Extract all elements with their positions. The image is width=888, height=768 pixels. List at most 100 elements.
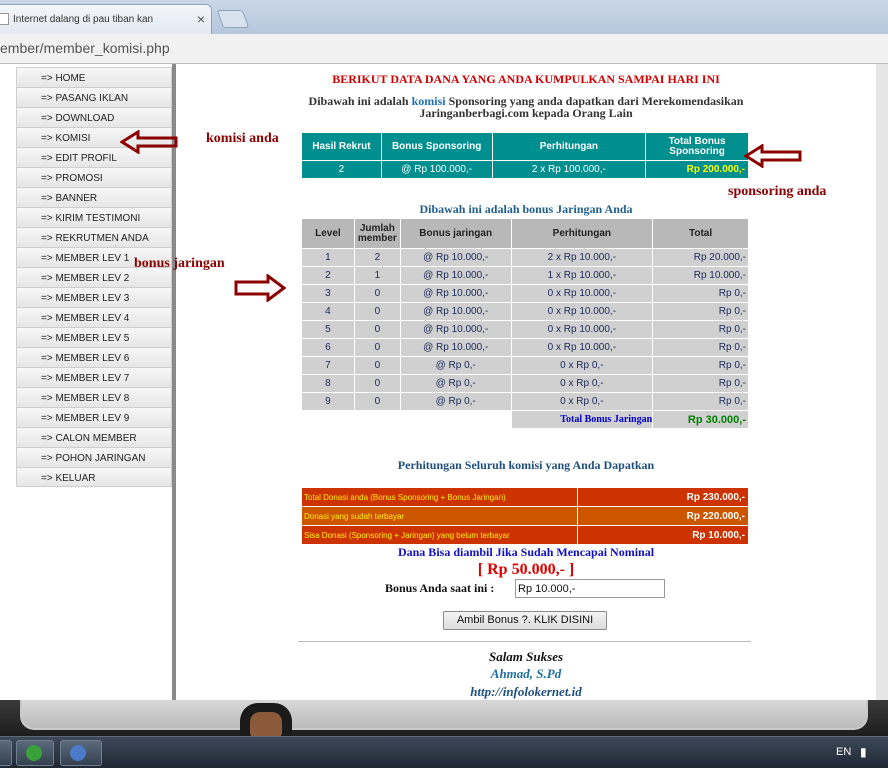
table-cell: 2 [301, 266, 355, 285]
table-cell: 0 x Rp 0,- [510, 374, 654, 393]
table-cell: 5 [301, 320, 355, 339]
summary-label: Sisa Donasi (Sponsoring + Jaringan) yang… [300, 525, 579, 545]
table-cell: 1 [353, 266, 401, 285]
table-cell: 0 [353, 284, 401, 303]
sidebar-item[interactable]: => KIRIM TESTIMONI [16, 207, 172, 227]
total-jaringan-label: Total Bonus Jaringan [510, 410, 654, 429]
sidebar-item[interactable]: => PROMOSI [16, 167, 172, 187]
summary-label: Donasi yang sudah terbayar [300, 506, 579, 526]
annotation-jaringan: bonus jaringan [134, 256, 225, 271]
table-cell: @ Rp 10.000,- [399, 266, 512, 285]
start-button[interactable] [0, 740, 12, 766]
ambil-bonus-button[interactable]: Ambil Bonus ?. KLIK DISINI [443, 611, 607, 630]
taskbar-app-button[interactable] [60, 740, 102, 766]
url-text[interactable]: ember/member_komisi.php [0, 40, 170, 56]
table-cell: 1 [301, 248, 355, 267]
total-jaringan-value: Rp 30.000,- [652, 410, 749, 429]
table-cell: Rp 0,- [652, 338, 749, 357]
table-cell: 0 [353, 374, 401, 393]
page-heading: BERIKUT DATA DANA YANG ANDA KUMPULKAN SA… [332, 72, 720, 86]
header-perhitungan: Perhitungan [510, 218, 654, 249]
table-cell: @ Rp 10.000,- [399, 248, 512, 267]
table-cell: 0 [353, 338, 401, 357]
sidebar-item[interactable]: => MEMBER LEV 5 [16, 327, 172, 347]
sidebar-item[interactable]: => HOME [16, 67, 172, 87]
summary-label: Total Donasi anda (Bonus Sponsoring + Bo… [300, 487, 579, 507]
table-cell: 0 [353, 356, 401, 375]
tray-icon[interactable]: ▮ [860, 745, 867, 759]
jaringan-table: Level Jumlah member Bonus jaringan Perhi… [301, 218, 749, 429]
table-cell: Rp 0,- [652, 374, 749, 393]
divider [298, 641, 751, 642]
table-cell: 9 [301, 392, 355, 411]
table-cell: 0 x Rp 0,- [510, 356, 654, 375]
bonus-field[interactable] [515, 579, 665, 598]
summary-value: Rp 230.000,- [577, 487, 749, 507]
sidebar-item[interactable]: => MEMBER LEV 8 [16, 387, 172, 407]
table-cell: 1 x Rp 10.000,- [510, 266, 654, 285]
table-cell: @ Rp 10.000,- [399, 302, 512, 321]
sidebar-item[interactable]: => MEMBER LEV 4 [16, 307, 172, 327]
window-frame [20, 700, 868, 730]
table-cell: 8 [301, 374, 355, 393]
arrow-right-icon [234, 274, 286, 302]
table-cell: @ Rp 0,- [399, 374, 512, 393]
taskbar-app-button[interactable] [16, 740, 54, 766]
scrollbar[interactable] [876, 64, 888, 700]
table-cell: Rp 10.000,- [652, 266, 749, 285]
summary-table: Total Donasi anda (Bonus Sponsoring + Bo… [300, 487, 749, 545]
website-link[interactable]: http://infolokernet.id [176, 684, 876, 700]
table-row: 5 0 @ Rp 10.000,- 0 x Rp 10.000,- Rp 0,- [301, 320, 749, 339]
table-cell: 2 [353, 248, 401, 267]
table-cell: 0 [353, 302, 401, 321]
closing-greeting: Salam Sukses [488, 649, 564, 664]
browser-tab[interactable]: Internet dalang di pau tiban kan × [0, 4, 212, 34]
page-icon [0, 13, 9, 25]
table-cell: 0 x Rp 10.000,- [510, 302, 654, 321]
sidebar-item[interactable]: => POHON JARINGAN [16, 447, 172, 467]
annotation-sponsoring: sponsoring anda [728, 184, 827, 199]
sidebar-item[interactable]: => BANNER [16, 187, 172, 207]
jaringan-title: Dibawah ini adalah bonus Jaringan Anda [419, 202, 633, 216]
table-row: Total Donasi anda (Bonus Sponsoring + Bo… [300, 487, 749, 507]
summary-value: Rp 220.000,- [577, 506, 749, 526]
table-row: 9 0 @ Rp 0,- 0 x Rp 0,- Rp 0,- [301, 392, 749, 411]
table-cell: Rp 20.000,- [652, 248, 749, 267]
table-cell: Rp 0,- [652, 284, 749, 303]
sidebar-item[interactable]: => DOWNLOAD [16, 107, 172, 127]
total-sponsor-cell: Rp 200.000,- [645, 160, 749, 179]
cell: 2 [301, 160, 382, 179]
close-tab-icon[interactable]: × [197, 11, 205, 27]
sidebar-item[interactable]: => MEMBER LEV 3 [16, 287, 172, 307]
table-row: Donasi yang sudah terbayar Rp 220.000,- [300, 506, 749, 526]
table-row: 2 @ Rp 100.000,- 2 x Rp 100.000,- Rp 200… [301, 160, 749, 179]
table-row: Sisa Donasi (Sponsoring + Jaringan) yang… [300, 525, 749, 545]
sidebar-item[interactable]: => PASANG IKLAN [16, 87, 172, 107]
sidebar-item[interactable]: => MEMBER LEV 9 [16, 407, 172, 427]
cell: 2 x Rp 100.000,- [491, 160, 647, 179]
table-cell: 2 x Rp 10.000,- [510, 248, 654, 267]
sponsor-table: Hasil Rekrut Bonus Sponsoring Perhitunga… [301, 132, 749, 179]
dana-info-text: Dana Bisa diambil Jika Sudah Mencapai No… [397, 545, 655, 559]
header-total: Total [652, 218, 749, 249]
app-icon [26, 745, 42, 761]
sidebar-item[interactable]: => MEMBER LEV 7 [16, 367, 172, 387]
address-bar[interactable]: ember/member_komisi.php [0, 34, 888, 64]
tab-title: Internet dalang di pau tiban kan [13, 14, 154, 25]
new-tab-button[interactable] [216, 10, 250, 28]
annotation-komisi: komisi anda [206, 131, 279, 146]
header-bonus-jaringan: Bonus jaringan [399, 218, 512, 249]
minimum-nominal: [ Rp 50.000,- ] [477, 561, 575, 578]
perhitungan-title: Perhitungan Seluruh komisi yang Anda Dap… [397, 458, 655, 472]
sidebar-item[interactable]: => CALON MEMBER [16, 427, 172, 447]
table-cell: 7 [301, 356, 355, 375]
sidebar-item[interactable]: => REKRUTMEN ANDA [16, 227, 172, 247]
language-indicator[interactable]: EN [836, 746, 851, 758]
header-jumlah-member: Jumlah member [353, 218, 401, 249]
table-cell: 0 [353, 320, 401, 339]
header-total-bonus: Total Bonus Sponsoring [645, 132, 749, 161]
bonus-label: Bonus Anda saat ini : [385, 581, 495, 595]
sidebar-item[interactable]: => MEMBER LEV 6 [16, 347, 172, 367]
table-cell: Rp 0,- [652, 392, 749, 411]
sidebar-item[interactable]: => KELUAR [16, 467, 172, 487]
